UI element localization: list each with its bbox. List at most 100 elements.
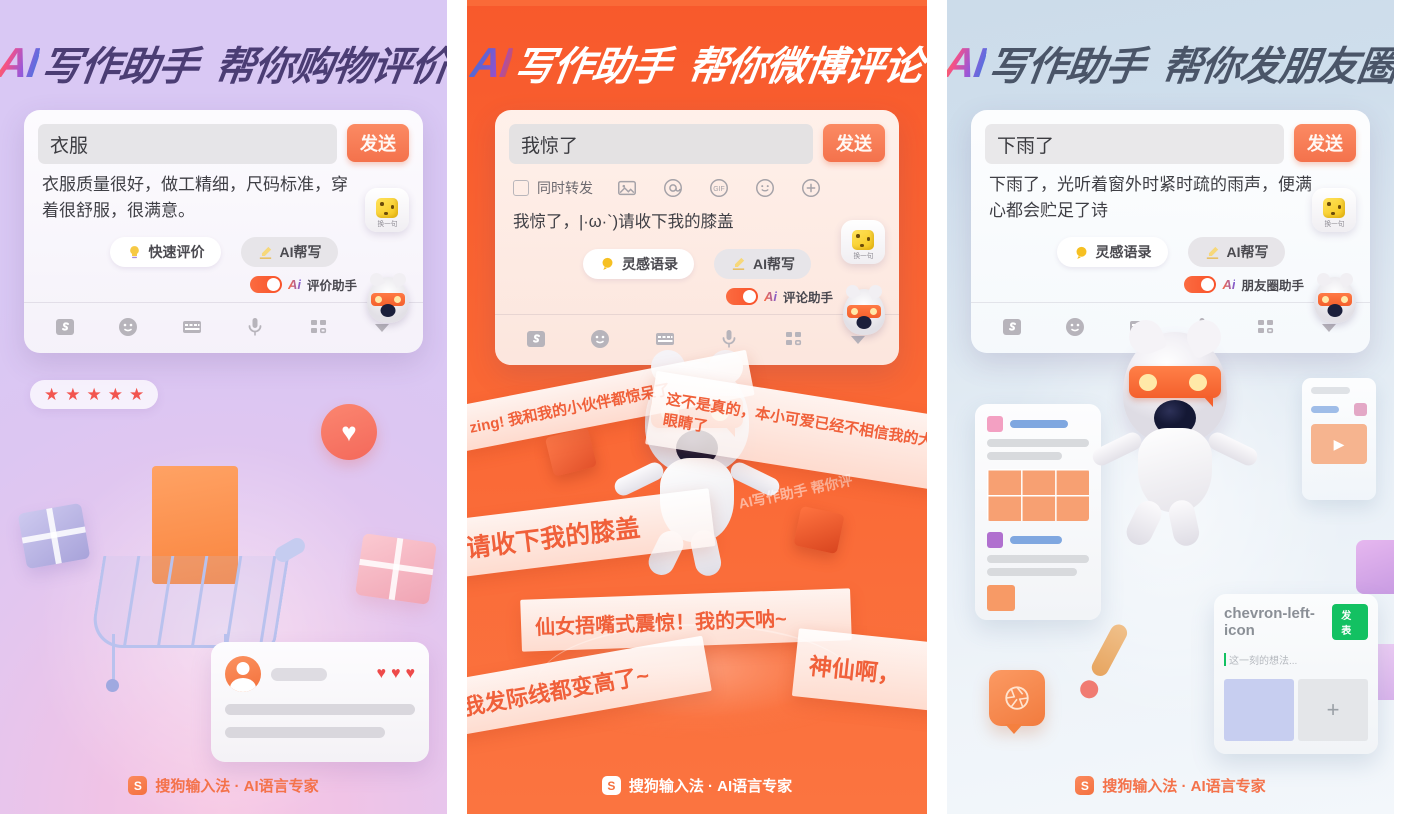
send-button[interactable]: 发送 (1294, 124, 1356, 162)
bulb-icon (599, 255, 616, 272)
search-input[interactable]: 衣服 (38, 124, 337, 164)
headline-ai-mark: AI (467, 39, 515, 86)
keyboard-icon[interactable] (179, 314, 205, 340)
sogou-logo-icon[interactable] (999, 314, 1025, 340)
inspiration-quotes-label: 灵感语录 (1095, 244, 1152, 260)
shuffle-suggestion-button[interactable]: 换一句 (841, 220, 885, 264)
emoji-icon[interactable] (1062, 314, 1088, 340)
search-input[interactable]: 下雨了 (985, 124, 1284, 164)
quick-review-label: 快速评价 (148, 244, 205, 260)
gift-box-purple (17, 502, 91, 570)
add-image-button[interactable]: + (1298, 679, 1368, 741)
mascot-peek-icon (367, 270, 409, 323)
ribbon-text: 请收下我的膝盖 (467, 488, 716, 578)
toggle-label: 朋友圈助手 (1241, 279, 1304, 293)
assistant-toggle[interactable] (1184, 276, 1217, 293)
dice-icon (852, 230, 874, 250)
toggle-ai-mark: Ai (287, 277, 301, 292)
keyboard-top-row: 我惊了 发送 (509, 124, 885, 164)
keyboard-card-weibo: 我惊了 发送 同时转发 GIF 我惊了，|·ω·`)请收下我的膝盖 换一句 灵感… (495, 110, 899, 365)
mascot-arm (1205, 429, 1261, 469)
pen-icon (730, 255, 747, 272)
shuffle-suggestion-button[interactable]: 换一句 (1312, 188, 1356, 232)
brand-text: 搜狗输入法 · AI语言专家 (1102, 778, 1266, 795)
send-button[interactable]: 发送 (823, 124, 885, 162)
inspiration-quotes-button[interactable]: 灵感语录 (1056, 237, 1168, 267)
search-input[interactable]: 我惊了 (509, 124, 813, 164)
moments-input[interactable]: 这一刻的想法... (1224, 652, 1368, 667)
at-icon[interactable] (661, 176, 685, 200)
footer-brand: S 搜狗输入法 · AI语言专家 (0, 775, 447, 796)
brand-text: 搜狗输入法 · AI语言专家 (155, 778, 319, 795)
ai-write-label: AI帮写 (753, 255, 795, 272)
video-thumbnail: ▶ (1311, 424, 1367, 464)
panel-weibo-comment: AI 写作助手 帮你微博评论 我惊了 发送 同时转发 GIF 我惊了，|·ω·`… (467, 0, 927, 814)
repost-checkbox[interactable] (513, 180, 529, 196)
gif-icon[interactable]: GIF (707, 176, 731, 200)
text-placeholder-line (1311, 406, 1339, 413)
emoji-icon[interactable] (753, 176, 777, 200)
exclamation-mark (1077, 621, 1131, 702)
assistant-toggle-row[interactable]: Ai 朋友圈助手 (985, 271, 1356, 302)
apps-grid-icon[interactable] (781, 326, 807, 352)
inspiration-quotes-button[interactable]: 灵感语录 (583, 248, 694, 279)
publish-button[interactable]: 发表 (1332, 604, 1368, 640)
plus-icon[interactable] (799, 176, 823, 200)
image-grid-placeholder (987, 469, 1089, 521)
star-icon: ★ (107, 385, 123, 404)
emoji-icon[interactable] (587, 326, 613, 352)
svg-text:GIF: GIF (713, 186, 724, 193)
headline-shopping: AI 写作助手 帮你购物评价 (0, 34, 447, 92)
moments-placeholder: 这一刻的想法... (1229, 656, 1298, 667)
assistant-toggle-row[interactable]: Ai 评价助手 (38, 271, 409, 302)
review-preview-card: ♥ ♥ ♥ (211, 642, 429, 762)
illustration-shopping: ★ ★ ★ ★ ★ ♥ ♥ ♥ ♥ (0, 358, 447, 768)
chevron-left-icon[interactable]: chevron-left-icon (1224, 605, 1332, 639)
panel-moments-post: AI 写作助手 帮你发朋友圈 下雨了 发送 下雨了，光听着窗外时紧时疏的雨声，便… (947, 0, 1394, 814)
star-icon: ★ (129, 385, 145, 404)
pen-icon (257, 244, 274, 261)
sogou-logo-icon[interactable] (523, 326, 549, 352)
shuffle-label: 换一句 (1324, 221, 1344, 228)
send-button[interactable]: 发送 (347, 124, 409, 162)
shuffle-suggestion-button[interactable]: 换一句 (365, 188, 409, 232)
heart-icon: ♥ (341, 417, 357, 447)
assistant-toggle[interactable] (249, 276, 282, 293)
bulb-icon (1073, 244, 1090, 261)
quick-review-button[interactable]: 快速评价 (109, 237, 221, 267)
decor-bubble (1356, 540, 1394, 594)
ai-write-button[interactable]: AI帮写 (1187, 237, 1285, 267)
mascot-character (1089, 314, 1261, 550)
assistant-toggle-row[interactable]: Ai 评论助手 (509, 283, 885, 314)
toggle-label: 评论助手 (782, 290, 833, 305)
ai-suggestion-text: 我惊了，|·ω·`)请收下我的膝盖 (513, 213, 734, 231)
text-cursor (1224, 653, 1226, 666)
assistant-toggle[interactable] (725, 287, 758, 305)
heart-icon: ♥ (405, 665, 416, 682)
microphone-icon[interactable] (242, 314, 268, 340)
keyboard-icon[interactable] (652, 326, 678, 352)
dice-icon (1323, 198, 1345, 218)
text-placeholder-line (987, 555, 1089, 563)
keyboard-card-shopping: 衣服 发送 衣服质量很好，做工精细，尺码标准，穿着很舒服，很满意。 换一句 快速… (24, 110, 423, 353)
apps-grid-icon[interactable] (1253, 314, 1279, 340)
image-icon[interactable] (615, 176, 639, 200)
emoji-icon[interactable] (115, 314, 141, 340)
microphone-icon[interactable] (716, 326, 742, 352)
action-pill-row: 灵感语录 AI帮写 (509, 237, 885, 283)
ai-suggestion-text: 下雨了，光听着窗外时紧时疏的雨声，便满心都会贮足了诗 (989, 175, 1312, 220)
illustration-weibo: AI写作助手 帮你评 zing! 我和我的小伙伴都惊呆了 这不是真的，本小可爱已… (467, 344, 927, 768)
apps-grid-icon[interactable] (306, 314, 332, 340)
attached-image (1224, 679, 1294, 741)
mascot-peek-icon (843, 282, 885, 335)
sogou-logo-icon[interactable] (52, 314, 78, 340)
tag-swatch (987, 416, 1003, 432)
weibo-options-row: 同时转发 GIF (509, 164, 885, 202)
text-placeholder-line (987, 439, 1089, 447)
headline-main: 写作助手 (984, 45, 1148, 89)
ai-write-button[interactable]: AI帮写 (240, 237, 338, 267)
ai-write-button[interactable]: AI帮写 (714, 248, 811, 279)
toggle-label: 评价助手 (306, 279, 357, 293)
brand-text: 搜狗输入法 · AI语言专家 (628, 778, 793, 795)
headline-ai-mark: AI (947, 39, 988, 87)
